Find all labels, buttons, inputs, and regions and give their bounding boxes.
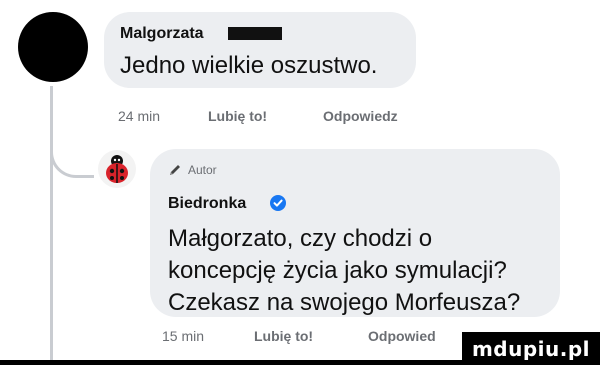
author-badge: Autor — [168, 163, 217, 177]
comment-text-line: Małgorzato, czy chodzi o — [168, 225, 433, 252]
thread-line — [50, 86, 53, 362]
comment-text-line: koncepcję życia jako symulacji? — [168, 257, 507, 284]
author-badge-label: Autor — [188, 163, 217, 177]
comment-text: Jedno wielkie oszustwo. — [120, 52, 378, 79]
like-button[interactable]: Lubię to! — [208, 108, 267, 124]
comment-bubble: Malgorzata Jedno wielkie oszustwo. — [104, 12, 416, 88]
reply-button[interactable]: Odpowied — [368, 328, 436, 344]
like-button[interactable]: Lubię to! — [254, 328, 313, 344]
thread-connector — [50, 130, 94, 178]
author-pen-icon — [170, 165, 180, 175]
comment-bubble: Autor Biedronka Małgorzato, czy chodzi o… — [150, 149, 560, 317]
reply-button[interactable]: Odpowiedz — [323, 108, 398, 124]
comment-timestamp[interactable]: 24 min — [118, 108, 160, 124]
comment-author[interactable]: Malgorzata — [120, 25, 204, 43]
comment-timestamp[interactable]: 15 min — [162, 328, 204, 344]
redacted-surname — [228, 27, 282, 40]
avatar[interactable] — [18, 12, 88, 82]
comment-author[interactable]: Biedronka — [168, 195, 246, 213]
ladybug-avatar-icon[interactable] — [98, 150, 136, 188]
comment-text-line: Czekasz na swojego Morfeusza? — [168, 289, 521, 316]
verified-badge-icon — [270, 195, 286, 211]
bottom-bar — [0, 360, 600, 365]
